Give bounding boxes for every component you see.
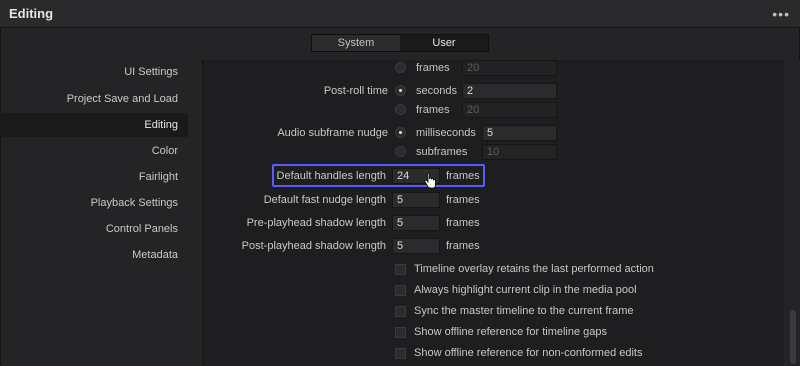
sidebar-item-editing[interactable]: Editing [0,113,188,137]
pre-shadow-unit: frames [446,217,480,229]
sidebar-item-metadata[interactable]: Metadata [8,249,178,261]
post-roll-seconds-label: seconds [416,85,457,97]
default-handles-unit: frames [446,170,480,182]
sidebar-item-control-panels[interactable]: Control Panels [8,223,178,235]
post-roll-seconds-radio[interactable] [395,85,406,96]
post-shadow-label: Post-playhead shadow length [241,240,386,252]
tab-system[interactable]: System [312,35,400,51]
sidebar-item-playback-settings[interactable]: Playback Settings [8,197,178,209]
fast-nudge-row: Default fast nudge length [210,192,386,210]
highlight-clip-checkbox[interactable] [395,285,406,296]
offline-nonconformed-label: Show offline reference for non-conformed… [414,347,643,359]
post-roll-frames-input[interactable]: 20 [462,102,557,118]
post-roll-frames-radio[interactable] [395,104,406,115]
offline-nonconformed-checkbox[interactable] [395,348,406,359]
audio-nudge-label: Audio subframe nudge [277,127,388,139]
offline-gaps-label: Show offline reference for timeline gaps [414,326,608,338]
audio-nudge-ms-radio[interactable] [395,127,406,138]
post-roll-frames-label: frames [416,104,450,116]
post-shadow-unit: frames [446,240,480,252]
audio-nudge-subframes-input[interactable]: 10 [482,144,557,160]
fast-nudge-label: Default fast nudge length [263,194,386,206]
post-shadow-row: Post-playhead shadow length [210,238,386,256]
preroll-frames-input[interactable]: 20 [462,60,557,76]
tab-user[interactable]: User [400,35,488,51]
scrollbar-thumb[interactable] [790,310,796,364]
sidebar: UI Settings Project Save and Load Editin… [0,60,188,366]
system-user-tabs: System User [311,34,489,52]
more-options-icon[interactable]: ••• [772,6,790,22]
offline-gaps-checkbox[interactable] [395,327,406,338]
preroll-frames-radio[interactable] [395,62,406,73]
default-handles-row: Default handles length [210,168,386,186]
post-roll-seconds-input[interactable]: 2 [462,83,557,99]
audio-nudge-ms-label: milliseconds [416,127,476,139]
audio-nudge-ms-input[interactable]: 5 [482,125,557,141]
sidebar-item-project-save-load[interactable]: Project Save and Load [8,93,178,105]
pre-shadow-input[interactable]: 5 [392,215,440,231]
sidebar-item-fairlight[interactable]: Fairlight [8,171,178,183]
post-shadow-input[interactable]: 5 [392,238,440,254]
pre-shadow-label: Pre-playhead shadow length [246,217,386,229]
scrollbar[interactable] [788,60,800,366]
sidebar-item-color[interactable]: Color [8,145,178,157]
audio-nudge-subframes-label: subframes [416,146,468,158]
pre-shadow-row: Pre-playhead shadow length [210,215,386,233]
hand-cursor-icon [424,173,436,189]
default-handles-label: Default handles length [276,170,386,182]
sidebar-item-ui-settings[interactable]: UI Settings [8,66,178,78]
preroll-frames-label: frames [416,62,450,74]
audio-nudge-subframes-radio[interactable] [395,146,406,157]
fast-nudge-input[interactable]: 5 [392,192,440,208]
fast-nudge-unit: frames [446,194,480,206]
audio-nudge-row: Audio subframe nudge [210,125,388,143]
post-roll-label: Post-roll time [323,85,388,97]
post-roll-row: Post-roll time [210,83,388,101]
sync-master-label: Sync the master timeline to the current … [414,305,634,317]
highlight-clip-label: Always highlight current clip in the med… [414,284,637,296]
timeline-overlay-checkbox[interactable] [395,264,406,275]
title-bar: Editing ••• [0,0,800,28]
window-title: Editing [9,6,54,21]
timeline-overlay-label: Timeline overlay retains the last perfor… [414,263,654,275]
sync-master-checkbox[interactable] [395,306,406,317]
